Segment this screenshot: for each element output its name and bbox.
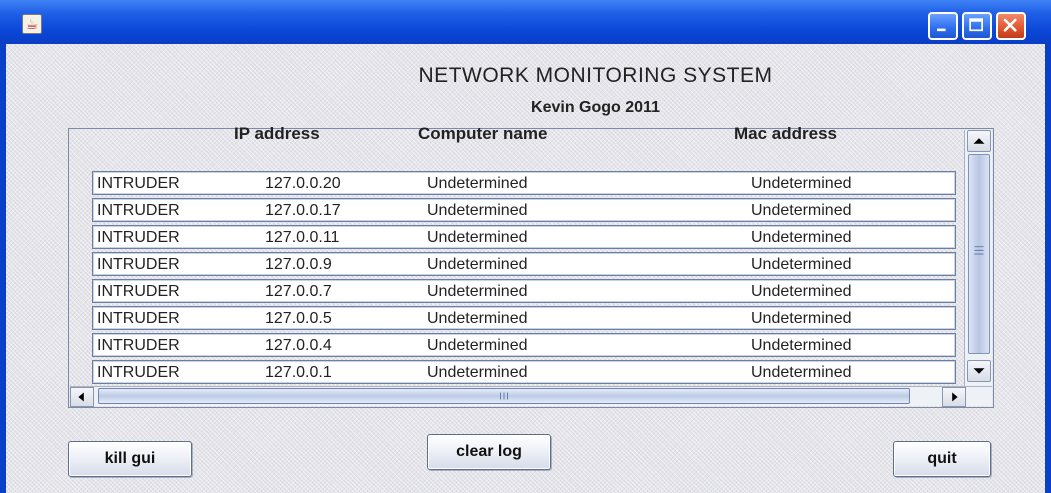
ip-cell: 127.0.0.5 [265, 310, 332, 327]
page-subtitle: Kevin Gogo 2011 [531, 99, 660, 116]
status-cell: INTRUDER [97, 337, 180, 354]
ip-cell: 127.0.0.1 [265, 364, 332, 381]
arrow-left-icon [78, 392, 84, 402]
arrow-right-icon [952, 392, 958, 402]
status-cell: INTRUDER [97, 202, 180, 219]
table-row[interactable]: INTRUDER 127.0.0.11 Undetermined Undeter… [92, 225, 956, 249]
mac-cell: Undetermined [751, 229, 852, 246]
java-coffee-icon[interactable]: ☕ [22, 14, 42, 34]
content-panel: NETWORK MONITORING SYSTEM Kevin Gogo 201… [6, 44, 1045, 493]
column-header-mac: Mac address [734, 124, 837, 143]
scroll-right-button[interactable] [942, 387, 966, 407]
arrow-down-icon [973, 368, 985, 374]
close-button[interactable] [996, 12, 1026, 40]
ip-cell: 127.0.0.7 [265, 283, 332, 300]
close-icon [1003, 18, 1017, 32]
scroll-left-button[interactable] [70, 387, 94, 407]
ip-cell: 127.0.0.9 [265, 256, 332, 273]
mac-cell: Undetermined [751, 310, 852, 327]
title-bar[interactable]: ☕ [0, 0, 1051, 44]
table-row[interactable]: INTRUDER 127.0.0.17 Undetermined Undeter… [92, 198, 956, 222]
horizontal-scroll-thumb[interactable] [98, 388, 910, 404]
status-cell: INTRUDER [97, 175, 180, 192]
computer-name-cell: Undetermined [427, 256, 528, 273]
maximize-icon [969, 18, 983, 32]
status-cell: INTRUDER [97, 256, 180, 273]
minimize-button[interactable] [928, 12, 958, 40]
column-header-ip: IP address [234, 124, 320, 143]
table-row[interactable]: INTRUDER 127.0.0.5 Undetermined Undeterm… [92, 306, 956, 330]
ip-cell: 127.0.0.20 [265, 175, 341, 192]
table-row[interactable]: INTRUDER 127.0.0.4 Undetermined Undeterm… [92, 333, 956, 357]
computer-name-cell: Undetermined [427, 310, 528, 327]
arrow-up-icon [973, 138, 985, 144]
table-row[interactable]: INTRUDER 127.0.0.20 Undetermined Undeter… [92, 171, 956, 195]
grip-icon [974, 246, 984, 255]
mac-cell: Undetermined [751, 175, 852, 192]
mac-cell: Undetermined [751, 202, 852, 219]
quit-button[interactable]: quit [893, 441, 991, 477]
scroll-up-button[interactable] [967, 130, 991, 152]
ip-cell: 127.0.0.11 [265, 229, 340, 246]
app-window: ☕ NETWORK MONITORING SYSTEM Kevin Gogo 2… [0, 0, 1051, 493]
minimize-icon [937, 28, 946, 32]
clear-log-button[interactable]: clear log [427, 434, 551, 470]
computer-name-cell: Undetermined [427, 229, 528, 246]
status-cell: INTRUDER [97, 310, 180, 327]
mac-cell: Undetermined [751, 337, 852, 354]
computer-name-cell: Undetermined [427, 283, 528, 300]
mac-cell: Undetermined [751, 364, 852, 381]
kill-gui-button[interactable]: kill gui [68, 441, 192, 477]
ip-cell: 127.0.0.17 [265, 202, 341, 219]
mac-cell: Undetermined [751, 256, 852, 273]
mac-cell: Undetermined [751, 283, 852, 300]
computer-name-cell: Undetermined [427, 364, 528, 381]
maximize-button[interactable] [962, 12, 992, 40]
table-row[interactable]: INTRUDER 127.0.0.7 Undetermined Undeterm… [92, 279, 956, 303]
status-cell: INTRUDER [97, 229, 180, 246]
table-row[interactable]: INTRUDER 127.0.0.1 Undetermined Undeterm… [92, 360, 956, 384]
status-cell: INTRUDER [97, 364, 180, 381]
horizontal-scrollbar[interactable] [70, 386, 992, 407]
ip-cell: 127.0.0.4 [265, 337, 332, 354]
table-row[interactable]: INTRUDER 127.0.0.9 Undetermined Undeterm… [92, 252, 956, 276]
vertical-scrollbar[interactable] [964, 130, 992, 386]
computer-name-cell: Undetermined [427, 202, 528, 219]
computer-name-cell: Undetermined [427, 175, 528, 192]
status-cell: INTRUDER [97, 283, 180, 300]
column-header-computer-name: Computer name [418, 124, 548, 143]
grip-icon [500, 392, 508, 400]
scroll-down-button[interactable] [967, 360, 991, 382]
vertical-scroll-thumb[interactable] [968, 154, 990, 354]
computer-name-cell: Undetermined [427, 337, 528, 354]
page-title: NETWORK MONITORING SYSTEM [418, 64, 773, 87]
